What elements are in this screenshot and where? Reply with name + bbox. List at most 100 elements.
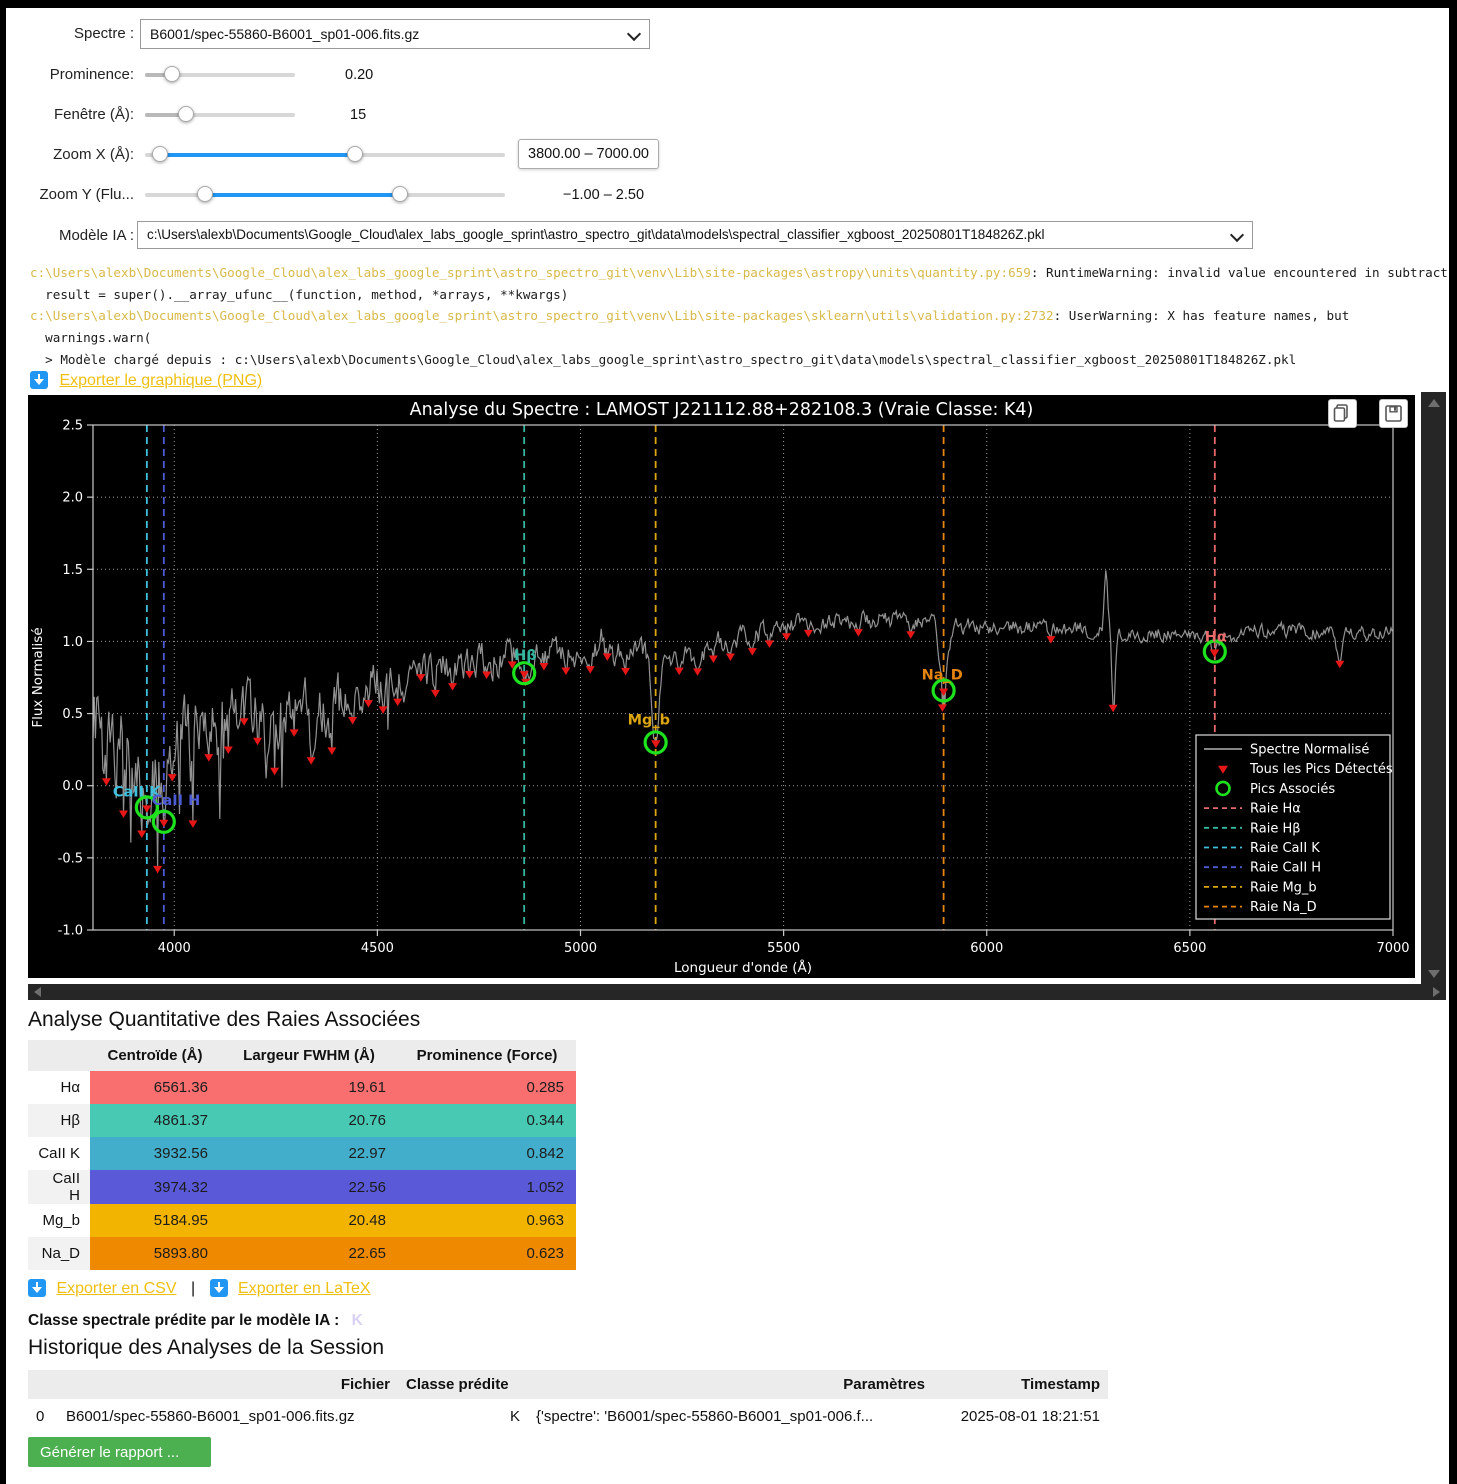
raies-col-fwhm: Largeur FWHM (Å) — [220, 1040, 398, 1071]
raies-row: Hβ4861.3720.760.344 — [28, 1104, 576, 1137]
raies-cell: 5893.80 — [90, 1237, 220, 1270]
zoomx-handle-max[interactable] — [347, 146, 363, 162]
save-icon — [1380, 400, 1407, 427]
zoomx-range-slider[interactable] — [145, 140, 505, 170]
modele-select[interactable]: c:\Users\alexb\Documents\Google_Cloud\al… — [137, 221, 1253, 249]
history-cell: K — [398, 1399, 528, 1433]
raie-label-caii_h: CaII H — [152, 793, 200, 809]
x-tick-label: 5500 — [767, 941, 800, 956]
scroll-left-arrow-icon[interactable] — [34, 987, 41, 997]
prediction-row: Classe spectrale prédite par le modèle I… — [28, 1312, 363, 1330]
console-line: c:\Users\alexb\Documents\Google_Cloud\al… — [30, 305, 1447, 327]
x-tick-label: 4000 — [158, 941, 191, 956]
export-png-link[interactable]: Exporter le graphique (PNG) — [59, 372, 262, 389]
y-tick-label: 0.0 — [62, 779, 83, 794]
raies-cell: 20.76 — [220, 1104, 398, 1137]
console-line: result = super().__array_ufunc__(functio… — [30, 284, 1447, 306]
y-tick-label: 2.5 — [62, 419, 83, 434]
history-cell: 2025-08-01 18:21:51 — [933, 1399, 1108, 1433]
spectrum-svg: Analyse du Spectre : LAMOST J221112.88+2… — [28, 395, 1415, 978]
spectre-select-value: B6001/spec-55860-B6001_sp01-006.fits.gz — [150, 26, 419, 42]
raie-label-mgb: Mg_b — [628, 712, 670, 728]
zoomx-label: Zoom X (Å): — [6, 140, 134, 170]
prominence-slider-handle[interactable] — [164, 66, 180, 82]
chart-title: Analyse du Spectre : LAMOST J221112.88+2… — [410, 400, 1034, 420]
export-csv-link[interactable]: Exporter en CSV — [56, 1280, 176, 1297]
spectre-select[interactable]: B6001/spec-55860-B6001_sp01-006.fits.gz — [140, 19, 650, 49]
chevron-down-icon — [627, 27, 641, 41]
fenetre-label: Fenêtre (Å): — [6, 100, 134, 130]
raies-col-prominence: Prominence (Force) — [398, 1040, 576, 1071]
raies-row-label: CaII K — [28, 1137, 90, 1170]
raies-header-row: Centroïde (Å) Largeur FWHM (Å) Prominenc… — [28, 1040, 576, 1071]
raies-cell: 5184.95 — [90, 1204, 220, 1237]
warning-message: : RuntimeWarning: invalid value encounte… — [1031, 265, 1447, 280]
warning-path: c:\Users\alexb\Documents\Google_Cloud\al… — [30, 308, 1054, 323]
x-tick-label: 4500 — [361, 941, 394, 956]
history-cell: B6001/spec-55860-B6001_sp01-006.fits.gz — [58, 1399, 398, 1433]
download-icon[interactable] — [28, 1279, 46, 1297]
y-axis-label: Flux Normalisé — [30, 627, 46, 727]
chart-horizontal-scrollbar[interactable] — [28, 984, 1446, 1000]
raies-cell: 22.56 — [220, 1170, 398, 1204]
zoomx-row: Zoom X (Å): 3800.00 – 7000.00 — [6, 140, 1306, 170]
fenetre-readout: 15 — [350, 100, 366, 130]
fenetre-slider-handle[interactable] — [178, 106, 194, 122]
raies-cell: 0.344 — [398, 1104, 576, 1137]
zoomy-range-slider[interactable] — [145, 180, 505, 210]
scroll-down-arrow-icon[interactable] — [1428, 970, 1440, 978]
generate-report-button[interactable]: Générer le rapport ... — [28, 1437, 211, 1467]
zoomy-readout: −1.00 – 2.50 — [563, 180, 644, 210]
raies-cell: 0.623 — [398, 1237, 576, 1270]
zoomx-readout: 3800.00 – 7000.00 — [518, 139, 659, 169]
link-separator: | — [191, 1280, 195, 1297]
legend-entry-label: Raie Hβ — [1250, 821, 1301, 836]
spectre-label: Spectre : — [6, 19, 134, 49]
history-col-index — [28, 1370, 58, 1399]
raies-cell: 3974.32 — [90, 1170, 220, 1204]
history-header-row: Fichier Classe prédite Paramètres Timest… — [28, 1370, 1108, 1399]
raies-cell: 0.963 — [398, 1204, 576, 1237]
raies-cell: 0.285 — [398, 1071, 576, 1104]
fenetre-row: Fenêtre (Å): 15 — [6, 100, 1306, 130]
raie-label-halpha: Hα — [1205, 630, 1227, 646]
zoomy-label: Zoom Y (Flu... — [6, 180, 134, 210]
spectrum-chart: Analyse du Spectre : LAMOST J221112.88+2… — [28, 395, 1415, 978]
copy-chart-button[interactable] — [1328, 399, 1357, 428]
legend-entry-label: Raie Mg_b — [1250, 880, 1317, 895]
x-tick-label: 7000 — [1376, 941, 1409, 956]
export-latex-link[interactable]: Exporter en LaTeX — [238, 1280, 371, 1297]
modele-row: Modèle IA : c:\Users\alexb\Documents\Goo… — [6, 221, 1306, 251]
history-table-body: 0B6001/spec-55860-B6001_sp01-006.fits.gz… — [28, 1399, 1108, 1433]
zoomy-handle-max[interactable] — [392, 186, 408, 202]
fenetre-slider[interactable] — [145, 100, 295, 130]
scroll-right-arrow-icon[interactable] — [1433, 987, 1440, 997]
raie-label-nad: Na_D — [922, 667, 963, 683]
raies-row-label: CaII H — [28, 1170, 90, 1204]
download-icon[interactable] — [210, 1279, 228, 1297]
download-icon[interactable] — [30, 371, 48, 389]
scroll-up-arrow-icon[interactable] — [1428, 399, 1440, 407]
legend-entry-label: Spectre Normalisé — [1250, 743, 1369, 758]
prominence-row: Prominence: 0.20 — [6, 60, 1306, 90]
y-tick-label: 1.0 — [62, 635, 83, 650]
raies-section-title: Analyse Quantitative des Raies Associées — [28, 1008, 420, 1032]
raies-col-centroide: Centroïde (Å) — [90, 1040, 220, 1071]
legend-entry-label: Raie Hα — [1250, 802, 1301, 817]
raies-row: Mg_b5184.9520.480.963 — [28, 1204, 576, 1237]
prominence-slider[interactable] — [145, 60, 295, 90]
raies-cell: 20.48 — [220, 1204, 398, 1237]
prediction-value: K — [352, 1312, 363, 1329]
console-output: c:\Users\alexb\Documents\Google_Cloud\al… — [30, 262, 1447, 370]
chart-vertical-scrollbar[interactable] — [1421, 392, 1446, 1000]
zoomx-handle-min[interactable] — [152, 146, 168, 162]
console-line: > Modèle chargé depuis : c:\Users\alexb\… — [30, 349, 1447, 370]
x-tick-label: 6500 — [1173, 941, 1206, 956]
y-tick-label: -1.0 — [58, 924, 83, 939]
x-tick-label: 6000 — [970, 941, 1003, 956]
zoomy-handle-min[interactable] — [197, 186, 213, 202]
spectrum-svg-holder: Analyse du Spectre : LAMOST J221112.88+2… — [28, 395, 1415, 983]
save-chart-button[interactable] — [1379, 399, 1408, 428]
zoomy-row: Zoom Y (Flu... −1.00 – 2.50 — [6, 180, 1306, 210]
raies-cell: 4861.37 — [90, 1104, 220, 1137]
